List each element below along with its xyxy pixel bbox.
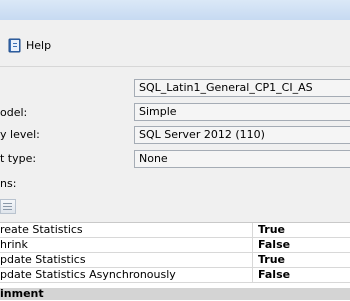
toolbar-divider [0,66,350,67]
property-row[interactable]: reate Statistics True [0,223,350,238]
compatibility-level-combo[interactable]: SQL Server 2012 (110) [134,126,350,144]
property-name: reate Statistics [0,223,253,237]
property-value[interactable]: False [258,238,290,252]
other-options-label: ns: [0,177,17,190]
property-pages-icon[interactable] [0,199,16,214]
property-row[interactable]: pdate Statistics True [0,253,350,268]
category-header-containment[interactable]: inment [0,288,350,300]
property-value[interactable]: False [258,268,290,282]
property-value[interactable]: True [258,223,285,237]
compatibility-level-label: y level: [0,128,40,141]
property-name: pdate Statistics [0,253,253,267]
property-name: pdate Statistics Asynchronously [0,268,253,282]
property-row[interactable]: hrink False [0,238,350,253]
property-value[interactable]: True [258,253,285,267]
help-book-icon [8,38,21,52]
property-row[interactable]: pdate Statistics Asynchronously False [0,268,350,283]
help-label: Help [26,38,52,52]
recovery-model-combo[interactable]: Simple [134,103,350,121]
help-button[interactable]: Help [6,36,53,54]
containment-type-label: t type: [0,152,37,165]
window-title-bar [0,0,350,21]
collation-combo[interactable]: SQL_Latin1_General_CP1_CI_AS [134,79,350,97]
containment-type-combo[interactable]: None [134,150,350,168]
toolbar: Help [0,20,350,68]
property-name: hrink [0,238,253,252]
recovery-model-label: odel: [0,106,28,119]
